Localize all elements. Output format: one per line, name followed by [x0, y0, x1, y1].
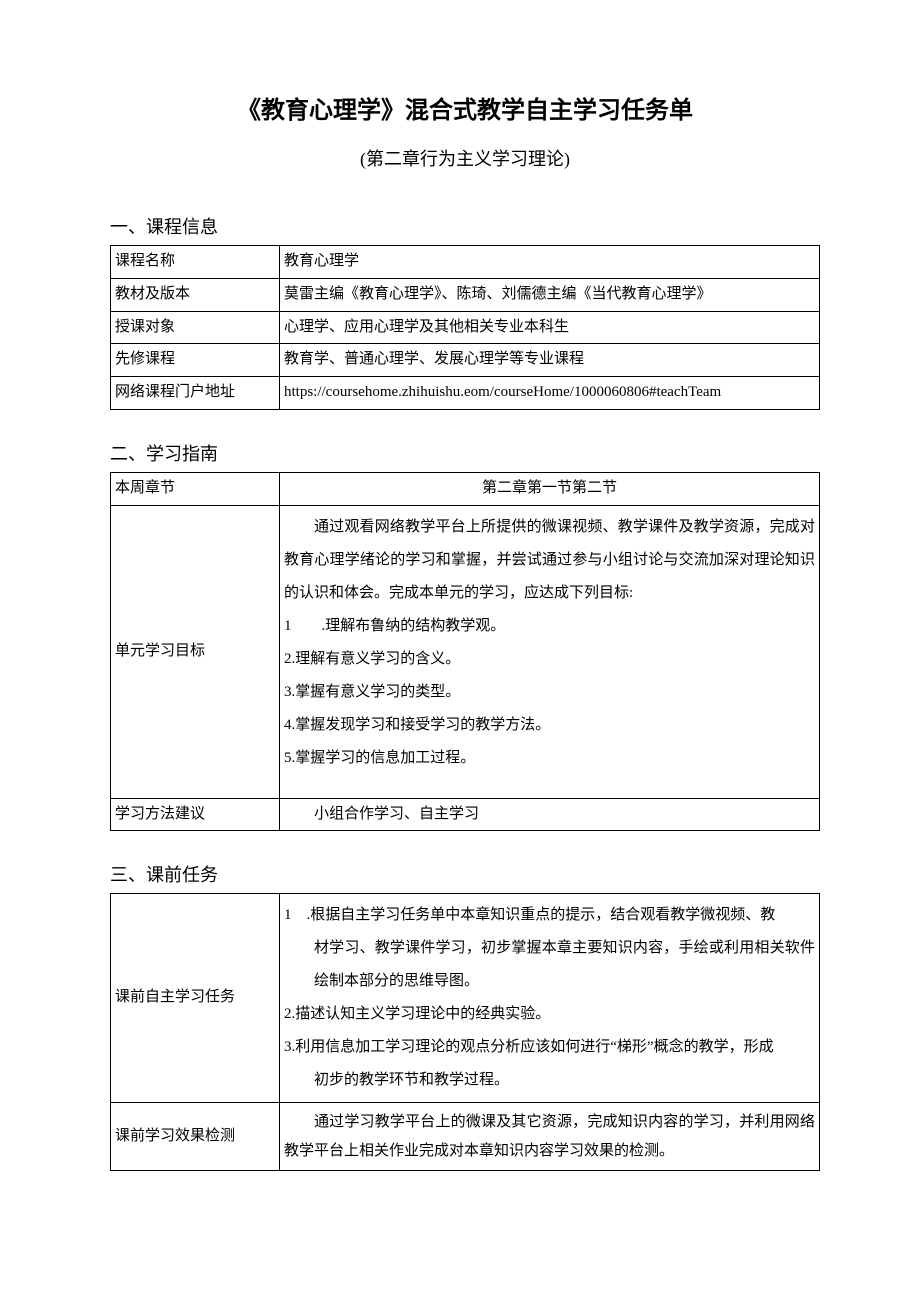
table-row: 学习方法建议 小组合作学习、自主学习	[111, 798, 820, 831]
objectives-intro: 通过观看网络教学平台上所提供的微课视频、教学课件及教学资源，完成对教育心理学绪论…	[284, 511, 815, 610]
study-guide-table: 本周章节 第二章第一节第二节 单元学习目标 通过观看网络教学平台上所提供的微课视…	[110, 472, 820, 832]
section3-heading: 三、课前任务	[110, 861, 820, 887]
table-row: 教材及版本 莫雷主编《教育心理学》、陈琦、刘儒德主编《当代教育心理学》	[111, 278, 820, 311]
value-audience: 心理学、应用心理学及其他相关专业本科生	[280, 311, 820, 344]
section2-heading: 二、学习指南	[110, 440, 820, 466]
label-portal: 网络课程门户地址	[111, 377, 280, 410]
task-2: 2.描述认知主义学习理论中的经典实验。	[284, 998, 815, 1031]
blank-line	[284, 775, 815, 793]
page-subtitle: (第二章行为主义学习理论)	[110, 145, 820, 171]
preclass-test-text: 通过学习教学平台上的微课及其它资源，完成知识内容的学习，并利用网络教学平台上相关…	[284, 1108, 815, 1165]
document-page: 《教育心理学》混合式教学自主学习任务单 (第二章行为主义学习理论) 一、课程信息…	[0, 0, 920, 1261]
objective-4: 4.掌握发现学习和接受学习的教学方法。	[284, 709, 815, 742]
label-audience: 授课对象	[111, 311, 280, 344]
value-method: 小组合作学习、自主学习	[280, 798, 820, 831]
table-row: 先修课程 教育学、普通心理学、发展心理学等专业课程	[111, 344, 820, 377]
label-textbook: 教材及版本	[111, 278, 280, 311]
page-title: 《教育心理学》混合式教学自主学习任务单	[110, 90, 820, 125]
table-row: 课前自主学习任务 1 .根据自主学习任务单中本章知识重点的提示，结合观看教学微视…	[111, 894, 820, 1103]
label-preclass-test: 课前学习效果检测	[111, 1103, 280, 1171]
table-row: 本周章节 第二章第一节第二节	[111, 472, 820, 505]
value-preclass-task: 1 .根据自主学习任务单中本章知识重点的提示，结合观看教学微视频、教 材学习、教…	[280, 894, 820, 1103]
label-method: 学习方法建议	[111, 798, 280, 831]
value-preclass-test: 通过学习教学平台上的微课及其它资源，完成知识内容的学习，并利用网络教学平台上相关…	[280, 1103, 820, 1171]
task-3-line2: 初步的教学环节和教学过程。	[284, 1064, 815, 1097]
pre-class-task-table: 课前自主学习任务 1 .根据自主学习任务单中本章知识重点的提示，结合观看教学微视…	[110, 893, 820, 1171]
table-row: 课前学习效果检测 通过学习教学平台上的微课及其它资源，完成知识内容的学习，并利用…	[111, 1103, 820, 1171]
label-unit-objectives: 单元学习目标	[111, 505, 280, 798]
objective-1: 1 .理解布鲁纳的结构教学观。	[284, 610, 815, 643]
objective-3: 3.掌握有意义学习的类型。	[284, 676, 815, 709]
label-course-name: 课程名称	[111, 246, 280, 279]
objective-5: 5.掌握学习的信息加工过程。	[284, 742, 815, 775]
section1-heading: 一、课程信息	[110, 213, 820, 239]
table-row: 网络课程门户地址 https://coursehome.zhihuishu.eo…	[111, 377, 820, 410]
table-row: 单元学习目标 通过观看网络教学平台上所提供的微课视频、教学课件及教学资源，完成对…	[111, 505, 820, 798]
course-info-table: 课程名称 教育心理学 教材及版本 莫雷主编《教育心理学》、陈琦、刘儒德主编《当代…	[110, 245, 820, 410]
table-row: 课程名称 教育心理学	[111, 246, 820, 279]
task-1-line1: 1 .根据自主学习任务单中本章知识重点的提示，结合观看教学微视频、教	[284, 899, 815, 932]
value-textbook: 莫雷主编《教育心理学》、陈琦、刘儒德主编《当代教育心理学》	[280, 278, 820, 311]
value-portal: https://coursehome.zhihuishu.eom/courseH…	[280, 377, 820, 410]
value-unit-objectives: 通过观看网络教学平台上所提供的微课视频、教学课件及教学资源，完成对教育心理学绪论…	[280, 505, 820, 798]
task-1-line2: 材学习、教学课件学习，初步掌握本章主要知识内容，手绘或利用相关软件绘制本部分的思…	[284, 932, 815, 998]
value-chapter: 第二章第一节第二节	[280, 472, 820, 505]
objective-2: 2.理解有意义学习的含义。	[284, 643, 815, 676]
label-prerequisite: 先修课程	[111, 344, 280, 377]
label-preclass-task: 课前自主学习任务	[111, 894, 280, 1103]
method-text: 小组合作学习、自主学习	[284, 806, 479, 822]
task-3-line1: 3.利用信息加工学习理论的观点分析应该如何进行“梯形”概念的教学，形成	[284, 1031, 815, 1064]
value-prerequisite: 教育学、普通心理学、发展心理学等专业课程	[280, 344, 820, 377]
value-course-name: 教育心理学	[280, 246, 820, 279]
table-row: 授课对象 心理学、应用心理学及其他相关专业本科生	[111, 311, 820, 344]
label-chapter: 本周章节	[111, 472, 280, 505]
